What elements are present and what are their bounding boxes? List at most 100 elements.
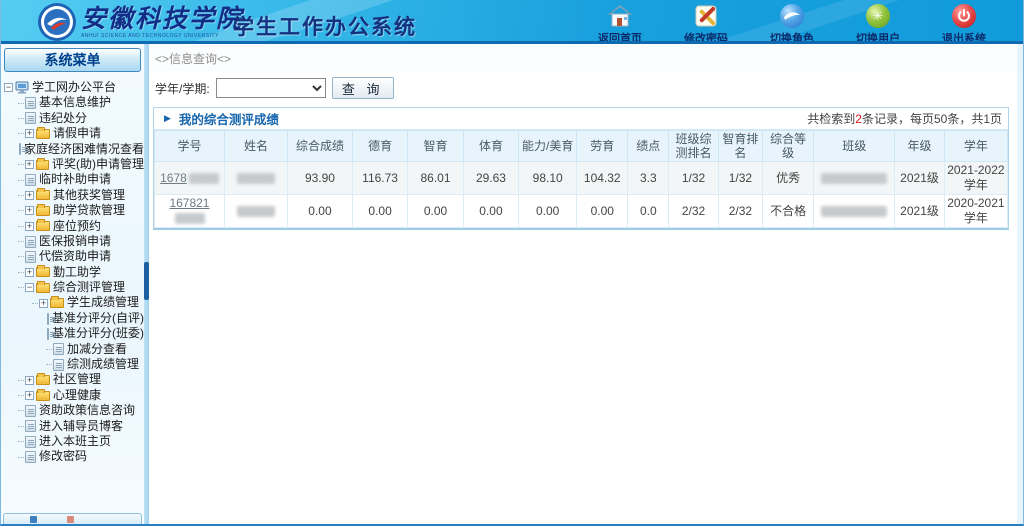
tree-item-label[interactable]: 基准分评分(自评) xyxy=(52,311,144,326)
switch-user-button[interactable]: ✳ 切换用户 xyxy=(849,3,907,44)
tree-item[interactable]: + 社区管理 xyxy=(1,372,144,387)
folder-icon xyxy=(36,160,49,170)
tree-connector xyxy=(18,210,24,211)
tree-connector xyxy=(18,457,24,458)
tree-connector xyxy=(18,410,24,411)
document-icon xyxy=(53,359,64,371)
folder-icon xyxy=(36,190,50,200)
document-icon xyxy=(25,420,36,432)
logout-button[interactable]: 退出系统 xyxy=(935,3,993,44)
tree-item-label[interactable]: 进入本班主页 xyxy=(39,434,111,449)
tree-item[interactable]: + 其他获奖管理 xyxy=(1,188,144,203)
main-content: <>信息查询<> 学年/学期: 查 询 ▶ 我的综合测评成绩 共检索到2条记录，… xyxy=(149,44,1023,524)
tree-item-label[interactable]: 临时补助申请 xyxy=(39,172,111,187)
sidebar-title: 系统菜单 xyxy=(4,48,141,72)
logout-label: 退出系统 xyxy=(942,30,986,44)
expand-icon[interactable]: + xyxy=(25,391,34,400)
change-password-button[interactable]: 修改密码 xyxy=(677,3,735,44)
tree-item[interactable]: 加减分查看 xyxy=(1,342,144,357)
query-button[interactable]: 查 询 xyxy=(332,77,394,99)
home-button[interactable]: 返回首页 xyxy=(591,3,649,44)
tree-item[interactable]: − 学工网办公平台 xyxy=(1,80,144,95)
student-id-link[interactable]: 167821 xyxy=(169,196,209,210)
tree-item[interactable]: 基准分评分(班委) xyxy=(1,326,144,341)
tree-item[interactable]: + 座位预约 xyxy=(1,219,144,234)
document-icon xyxy=(25,236,36,248)
collapse-icon[interactable]: − xyxy=(25,283,34,292)
column-header: 体育 xyxy=(463,131,518,162)
tree-item-label[interactable]: 社区管理 xyxy=(53,372,101,387)
tree-item-label[interactable]: 综测成绩管理 xyxy=(67,357,139,372)
tree-item[interactable]: 代偿资助申请 xyxy=(1,249,144,264)
tree-item-label[interactable]: 学工网办公平台 xyxy=(32,80,116,95)
tree-item-label[interactable]: 家庭经济困难情况查看 xyxy=(24,142,144,157)
tree-item-label[interactable]: 其他获奖管理 xyxy=(53,188,125,203)
expand-icon[interactable]: + xyxy=(25,376,34,385)
column-header: 学号 xyxy=(155,131,225,162)
tree-item-label[interactable]: 修改密码 xyxy=(39,449,87,464)
tree-item[interactable]: 医保报销申请 xyxy=(1,234,144,249)
column-header: 班级 xyxy=(814,131,895,162)
university-name-english: ANHUI SCIENCE AND TECHNOLOGY UNIVERSITY xyxy=(81,33,243,39)
table-cell: 93.90 xyxy=(288,162,353,195)
switch-user-icon: ✳ xyxy=(865,3,891,29)
collapse-icon[interactable]: − xyxy=(4,83,13,92)
expand-icon[interactable]: + xyxy=(39,299,48,308)
expand-icon[interactable]: + xyxy=(25,160,34,169)
tree-item-label[interactable]: 进入辅导员博客 xyxy=(39,419,123,434)
tree-item[interactable]: + 请假申请 xyxy=(1,126,144,141)
tree-item[interactable]: 临时补助申请 xyxy=(1,172,144,187)
tree-item[interactable]: 基准分评分(自评) xyxy=(1,311,144,326)
tree-item[interactable]: 进入辅导员博客 xyxy=(1,419,144,434)
tree-item[interactable]: + 心理健康 xyxy=(1,388,144,403)
tree-item[interactable]: + 勤工助学 xyxy=(1,265,144,280)
table-cell: 98.10 xyxy=(519,162,577,195)
collapsed-panel-icon xyxy=(30,516,37,523)
tree-item-label[interactable]: 加减分查看 xyxy=(67,342,127,357)
tree-item-label[interactable]: 基准分评分(班委) xyxy=(52,326,144,341)
tree-item[interactable]: + 评奖(助)申请管理 xyxy=(1,157,144,172)
tree-item[interactable]: 资助政策信息咨询 xyxy=(1,403,144,418)
tree-item-label[interactable]: 资助政策信息咨询 xyxy=(39,403,135,418)
tree-item-label[interactable]: 违纪处分 xyxy=(39,111,87,126)
tree-item[interactable]: − 综合测评管理 xyxy=(1,280,144,295)
table-cell: 0.00 xyxy=(408,195,463,228)
term-select[interactable] xyxy=(216,78,326,98)
tree-item[interactable]: + 学生成绩管理 xyxy=(1,295,144,310)
expand-icon[interactable]: + xyxy=(25,268,34,277)
tree-item-label[interactable]: 评奖(助)申请管理 xyxy=(52,157,144,172)
table-row: 1678210.000.000.000.000.000.000.02/322/3… xyxy=(155,195,1008,228)
censored-text xyxy=(189,173,219,184)
tree-item[interactable]: 进入本班主页 xyxy=(1,434,144,449)
right-edge xyxy=(1017,44,1023,524)
tree-item[interactable]: 违纪处分 xyxy=(1,111,144,126)
tree-item[interactable]: 家庭经济困难情况查看 xyxy=(1,142,144,157)
tree-item-label[interactable]: 医保报销申请 xyxy=(39,234,111,249)
tree-item-label[interactable]: 请假申请 xyxy=(53,126,101,141)
tree-connector xyxy=(18,164,24,165)
tree-item[interactable]: 修改密码 xyxy=(1,449,144,464)
tree-item-label[interactable]: 助学贷款管理 xyxy=(53,203,125,218)
tree-item-label[interactable]: 学生成绩管理 xyxy=(67,295,139,310)
expand-icon[interactable]: + xyxy=(25,191,34,200)
app-window: 安徽科技学院 ANHUI SCIENCE AND TECHNOLOGY UNIV… xyxy=(0,0,1024,526)
sidebar-bottom-bar[interactable] xyxy=(3,513,142,524)
expand-icon[interactable]: + xyxy=(25,206,34,215)
tree-item[interactable]: 基本信息维护 xyxy=(1,95,144,110)
table-cell: 0.00 xyxy=(463,195,518,228)
tree-item-label[interactable]: 基本信息维护 xyxy=(39,95,111,110)
sidebar: 系统菜单 − 学工网办公平台基本信息维护违纪处分 + 请假申请家庭经济困难情况查看 + 评… xyxy=(1,44,144,524)
tree-item-label[interactable]: 代偿资助申请 xyxy=(39,249,111,264)
tree-item[interactable]: + 助学贷款管理 xyxy=(1,203,144,218)
tree-item-label[interactable]: 勤工助学 xyxy=(53,265,101,280)
tree-item-label[interactable]: 座位预约 xyxy=(53,219,101,234)
tree-item-label[interactable]: 心理健康 xyxy=(53,388,101,403)
expand-icon[interactable]: + xyxy=(25,222,34,231)
document-icon xyxy=(19,143,21,155)
tree-connector xyxy=(18,441,24,442)
tree-item[interactable]: 综测成绩管理 xyxy=(1,357,144,372)
student-id-link[interactable]: 1678 xyxy=(160,171,187,185)
switch-role-button[interactable]: 切换角色 xyxy=(763,3,821,44)
expand-icon[interactable]: + xyxy=(25,129,34,138)
tree-item-label[interactable]: 综合测评管理 xyxy=(53,280,125,295)
